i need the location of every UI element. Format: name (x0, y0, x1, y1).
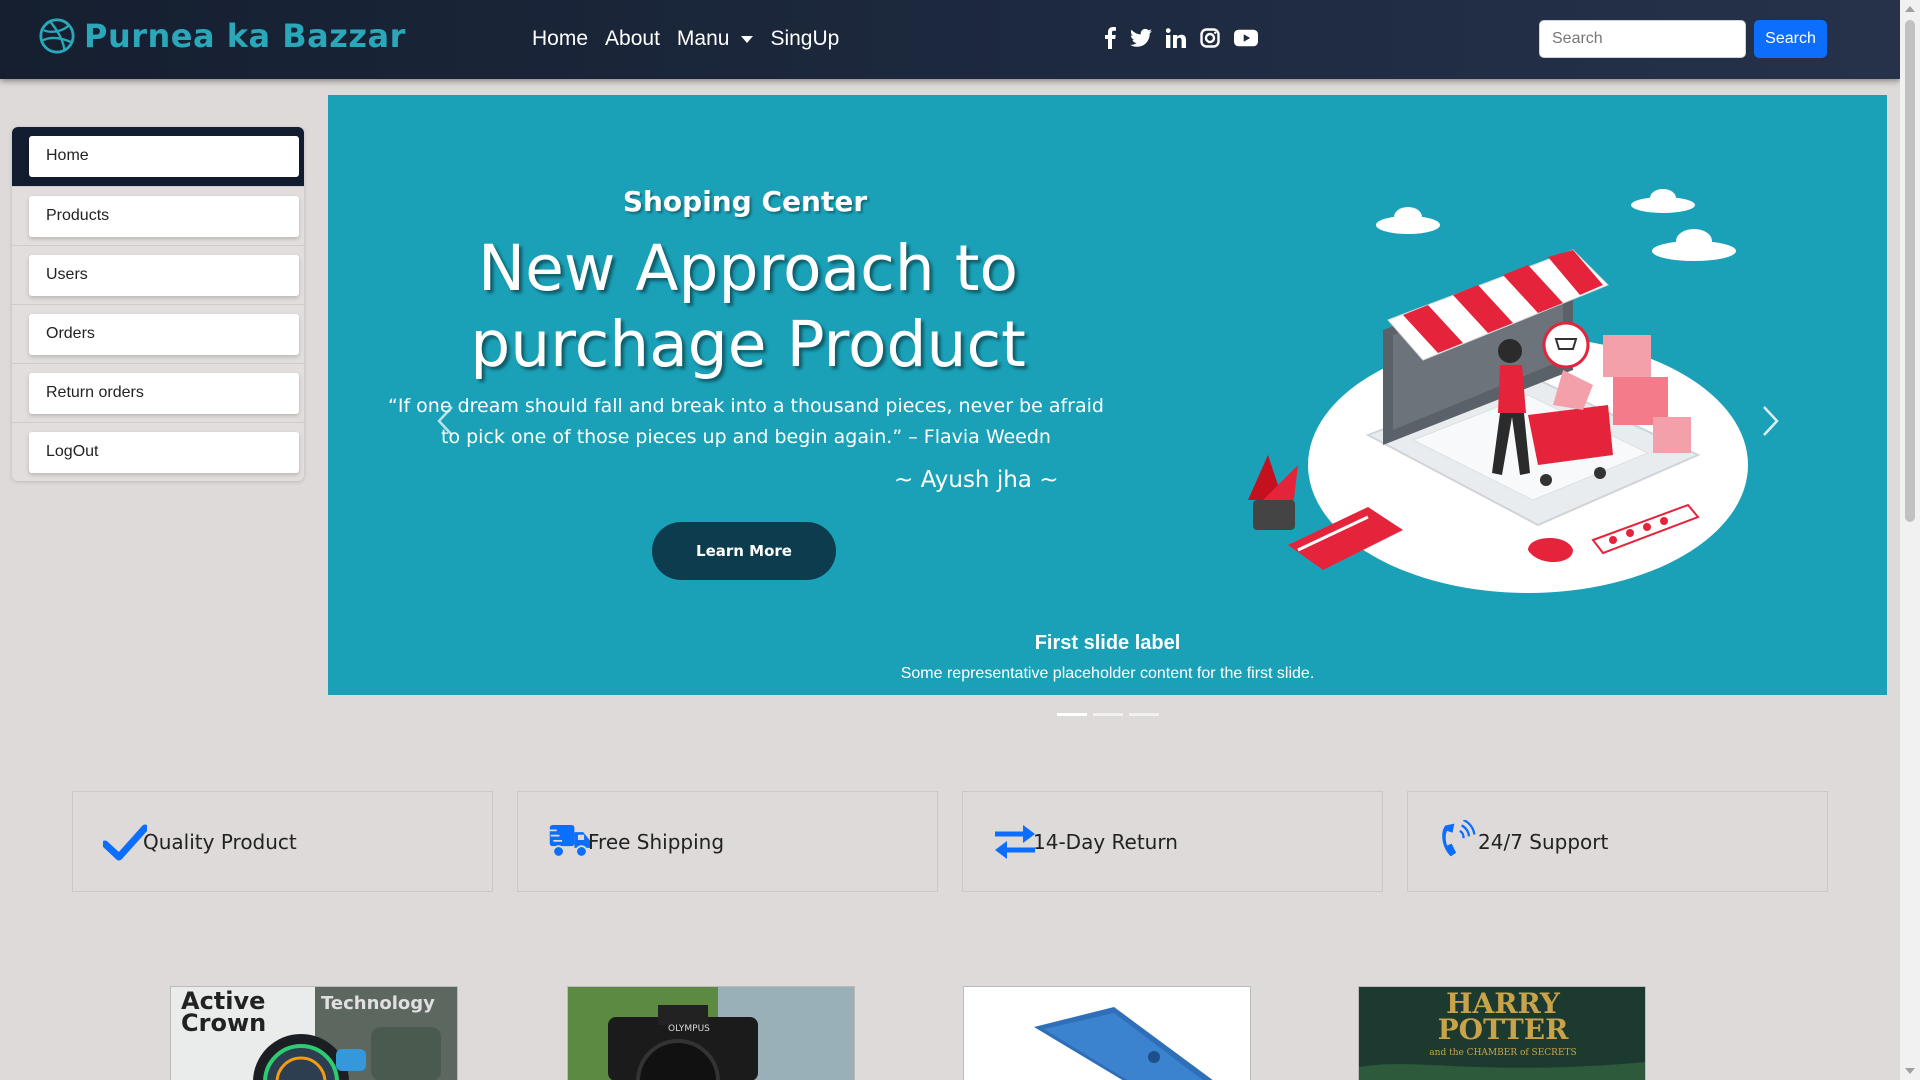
sidebar-menu: Home Products Users Orders Return orders… (12, 127, 304, 481)
social-links (1104, 27, 1272, 49)
sidebar-item-label: Return orders (29, 373, 299, 414)
feature-free-shipping: Free Shipping (517, 791, 938, 892)
carousel-indicators (1057, 713, 1165, 716)
slide-caption-text: Some representative placeholder content … (900, 665, 1315, 682)
carousel-prev-icon[interactable] (436, 405, 456, 437)
sidebar-item-logout[interactable]: LogOut (12, 423, 304, 482)
feature-quality-product: Quality Product (72, 791, 493, 892)
nav-link-manu-dropdown[interactable]: Manu (677, 27, 754, 51)
feature-label: Free Shipping (588, 830, 725, 854)
learn-more-button[interactable]: Learn More (652, 522, 836, 580)
sidebar-item-label: Products (29, 196, 299, 237)
check-icon (103, 824, 147, 861)
product-image-text-subtitle: and the CHAMBER of SECRETS (1429, 1048, 1576, 1058)
product-image-text-potter: POTTER (1438, 1013, 1569, 1046)
sidebar-item-label: Orders (29, 314, 299, 355)
sidebar-item-label: LogOut (29, 432, 299, 473)
carousel-indicator-3[interactable] (1129, 713, 1159, 716)
product-card-smartwatch[interactable]: Active Crown Technology (170, 986, 458, 1080)
facebook-icon[interactable] (1104, 27, 1116, 49)
product-card-camera[interactable]: OLYMPUS (567, 986, 855, 1080)
brand-name: Purnea ka Bazzar (84, 17, 406, 55)
nav-link-about[interactable]: About (605, 27, 660, 51)
feature-14-day-return: 14-Day Return (962, 791, 1383, 892)
twitter-icon[interactable] (1130, 27, 1152, 49)
product-card-laptop[interactable] (963, 986, 1251, 1080)
feature-support: 24/7 Support (1407, 791, 1828, 892)
slide-caption-title: First slide label (1034, 632, 1181, 654)
hero-carousel: Shoping Center New Approach to purchage … (328, 95, 1887, 695)
sidebar-item-label: Home (29, 136, 299, 177)
scroll-up-arrow-icon[interactable] (1905, 6, 1915, 12)
top-navbar: Purnea ka Bazzar Home About Manu SingUp … (0, 0, 1900, 79)
linkedin-icon[interactable] (1166, 27, 1186, 49)
sidebar-item-return-orders[interactable]: Return orders (12, 364, 304, 423)
scroll-down-arrow-icon[interactable] (1905, 1068, 1915, 1074)
slide-author: ~ Ayush jha ~ (894, 467, 1059, 493)
product-image-text-olympus: OLYMPUS (668, 1024, 710, 1034)
carousel-indicator-1[interactable] (1057, 713, 1087, 716)
feature-label: 14-Day Return (1033, 830, 1178, 854)
feature-label: 24/7 Support (1478, 830, 1609, 854)
truck-icon (548, 825, 591, 858)
slide-title-line-2: purchage Product (470, 308, 1026, 381)
sidebar-item-orders[interactable]: Orders (12, 305, 304, 364)
product-image-laptop (964, 987, 1250, 1080)
product-image-text-technology: Technology (321, 993, 435, 1014)
caret-down-icon (741, 35, 754, 43)
product-image-smartwatch: Active Crown Technology (171, 987, 457, 1080)
slide-title-line-1: New Approach to (477, 232, 1019, 305)
carousel-indicator-2[interactable] (1093, 713, 1123, 716)
slide-kicker: Shoping Center (622, 185, 868, 218)
slide-title: New Approach to purchage Product (448, 231, 1048, 383)
feature-label: Quality Product (143, 830, 297, 854)
nav-link-manu-label: Manu (676, 27, 730, 50)
nav-link-home[interactable]: Home (532, 27, 588, 51)
sidebar-item-home[interactable]: Home (12, 127, 304, 187)
youtube-icon[interactable] (1234, 27, 1258, 49)
product-card-book[interactable]: HARRY POTTER and the CHAMBER of SECRETS (1358, 986, 1646, 1080)
shopping-illustration (1248, 189, 1748, 593)
brand-logo[interactable]: Purnea ka Bazzar (38, 17, 406, 55)
scrollbar-thumb[interactable] (1905, 20, 1915, 522)
slide-quote: “If one dream should fall and break into… (388, 395, 1104, 448)
sidebar-item-products[interactable]: Products (12, 187, 304, 246)
phone-volume-icon (1442, 820, 1476, 857)
search-input[interactable] (1539, 20, 1746, 58)
sidebar-item-users[interactable]: Users (12, 246, 304, 305)
search-button[interactable]: Search (1754, 20, 1827, 58)
instagram-icon[interactable] (1200, 27, 1220, 49)
product-image-text-crown: Crown (181, 1009, 266, 1037)
sidebar-item-label: Users (29, 255, 299, 296)
product-image-camera: OLYMPUS (568, 987, 854, 1080)
exchange-arrows-icon (995, 825, 1035, 859)
page-scrollbar[interactable] (1900, 0, 1920, 1080)
dribbble-icon (39, 18, 75, 54)
product-image-book: HARRY POTTER and the CHAMBER of SECRETS (1359, 987, 1645, 1080)
nav-links: Home About Manu SingUp (532, 27, 856, 51)
nav-link-signup[interactable]: SingUp (770, 27, 839, 51)
